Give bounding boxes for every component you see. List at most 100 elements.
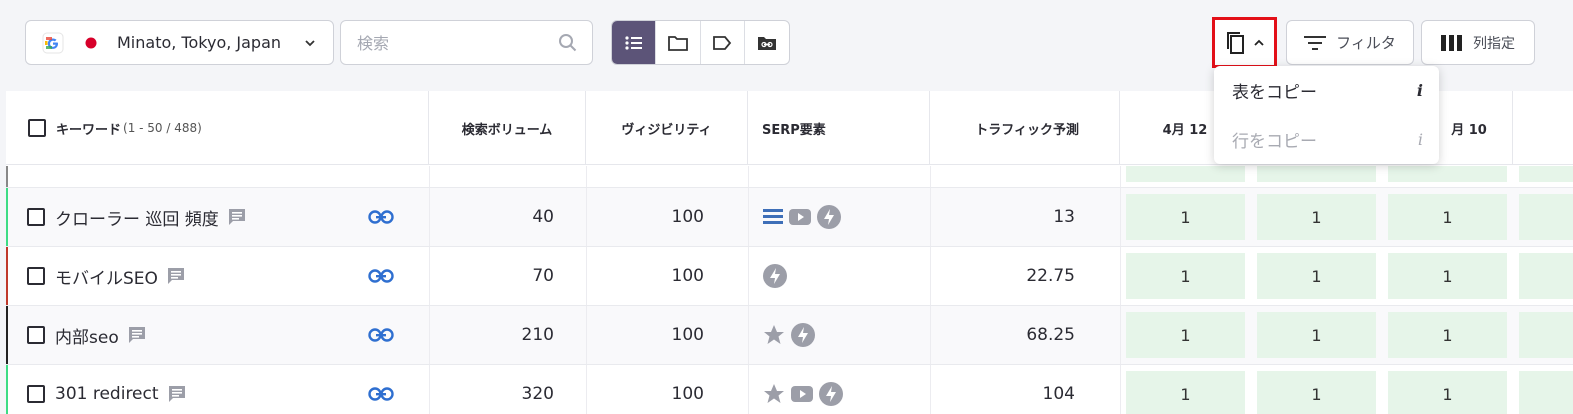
tag-view-button[interactable] <box>701 21 745 64</box>
rank-cell[interactable]: 1 <box>1388 253 1507 299</box>
copy-icon <box>1226 31 1244 54</box>
location-label: Minato, Tokyo, Japan <box>117 33 282 52</box>
volume-cell: 40 <box>532 207 554 227</box>
traffic-cell: 104 <box>1042 384 1075 404</box>
header-date-4[interactable] <box>1513 91 1573 165</box>
volume-cell: 210 <box>521 325 554 345</box>
keyword-count: (1 - 50 / 488) <box>123 121 202 135</box>
table-row[interactable]: 内部seo 210 100 68.25 1 1 1 <box>6 306 1573 365</box>
rank-cell[interactable]: 1 <box>1388 312 1507 358</box>
row-checkbox[interactable] <box>27 326 45 344</box>
traffic-cell: 22.75 <box>1026 266 1075 286</box>
note-icon[interactable] <box>227 208 247 226</box>
row-checkbox[interactable] <box>27 267 45 285</box>
serp-cell <box>763 365 923 414</box>
row-accent <box>6 188 8 246</box>
link-icon[interactable] <box>368 188 398 246</box>
rank-cell[interactable] <box>1519 312 1573 358</box>
note-icon[interactable] <box>127 326 147 344</box>
search-input[interactable] <box>357 31 557 55</box>
link-icon[interactable] <box>368 365 398 414</box>
info-icon[interactable]: i <box>1418 130 1423 149</box>
rank-cell[interactable]: 1 <box>1126 312 1245 358</box>
list-view-button[interactable] <box>612 21 657 64</box>
visibility-cell: 100 <box>671 207 704 227</box>
search-icon[interactable] <box>558 33 578 57</box>
header-volume[interactable]: 検索ボリューム <box>429 91 586 165</box>
amp-icon <box>763 264 787 288</box>
traffic-cell: 68.25 <box>1026 325 1075 345</box>
traffic-cell: 13 <box>1053 207 1075 227</box>
search-box <box>340 20 593 65</box>
info-icon[interactable]: i <box>1417 81 1423 100</box>
row-accent <box>6 247 8 305</box>
note-icon[interactable] <box>167 385 187 403</box>
table-row[interactable]: クローラー 巡回 頻度 40 100 13 1 1 1 <box>6 188 1573 247</box>
copy-table-item[interactable]: 表をコピー i <box>1214 66 1439 115</box>
filter-button[interactable]: フィルタ <box>1286 20 1414 65</box>
header-serp[interactable]: SERP要素 <box>748 91 930 165</box>
visibility-cell: 100 <box>671 325 704 345</box>
star-icon <box>763 383 785 405</box>
folder-view-button[interactable] <box>656 21 701 64</box>
rank-cell[interactable]: 1 <box>1126 371 1245 414</box>
amp-icon <box>817 205 841 229</box>
row-checkbox[interactable] <box>27 208 45 226</box>
keyword-cell: 内部seo <box>27 306 357 364</box>
video-icon <box>791 386 813 402</box>
columns-label: 列指定 <box>1473 35 1515 52</box>
copy-button[interactable] <box>1212 17 1277 68</box>
serp-cell <box>763 306 923 364</box>
copy-row-item[interactable]: 行をコピー i <box>1214 115 1439 164</box>
keyword-text[interactable]: 301 redirect <box>55 384 159 404</box>
rank-cell[interactable]: 1 <box>1257 312 1376 358</box>
chevron-down-icon <box>303 35 317 54</box>
table-row-partial <box>6 166 1573 188</box>
volume-cell: 70 <box>532 266 554 286</box>
serp-cell <box>763 188 923 246</box>
columns-button[interactable]: 列指定 <box>1421 20 1535 65</box>
tag-icon <box>713 35 732 50</box>
keyword-text[interactable]: クローラー 巡回 頻度 <box>55 205 219 230</box>
header-keyword: キーワード (1 - 50 / 488) <box>6 91 429 165</box>
rank-cell[interactable] <box>1519 253 1573 299</box>
amp-icon <box>791 323 815 347</box>
keyword-text[interactable]: モバイルSEO <box>55 264 158 289</box>
link-icon[interactable] <box>368 247 398 305</box>
header-visibility[interactable]: ヴィジビリティ <box>586 91 748 165</box>
video-icon <box>789 209 811 225</box>
copy-dropdown: 表をコピー i 行をコピー i <box>1214 66 1439 164</box>
rank-cell[interactable]: 1 <box>1257 371 1376 414</box>
keyword-cell: 301 redirect <box>27 365 357 414</box>
link-icon[interactable] <box>368 306 398 364</box>
select-all-checkbox[interactable] <box>28 119 46 137</box>
location-select[interactable]: Minato, Tokyo, Japan <box>25 20 334 65</box>
list-icon <box>763 208 783 226</box>
rank-cell[interactable]: 1 <box>1388 194 1507 240</box>
keyword-cell: モバイルSEO <box>27 247 357 305</box>
keyword-cell: クローラー 巡回 頻度 <box>27 188 357 246</box>
header-keyword-label: キーワード <box>56 122 122 138</box>
table-row[interactable]: 301 redirect 320 100 104 1 1 1 <box>6 365 1573 414</box>
chevron-up-icon <box>1253 39 1264 46</box>
link-folder-icon <box>757 36 776 50</box>
copy-table-label: 表をコピー <box>1232 83 1317 103</box>
rank-cell[interactable]: 1 <box>1126 194 1245 240</box>
note-icon[interactable] <box>166 267 186 285</box>
serp-cell <box>763 247 923 305</box>
table-row[interactable]: モバイルSEO 70 100 22.75 1 1 1 <box>6 247 1573 306</box>
volume-cell: 320 <box>521 384 554 404</box>
visibility-cell: 100 <box>671 384 704 404</box>
rank-cell[interactable]: 1 <box>1257 253 1376 299</box>
link-folder-view-button[interactable] <box>745 21 789 64</box>
rank-cell[interactable] <box>1519 371 1573 414</box>
header-traffic[interactable]: トラフィック予測 <box>930 91 1120 165</box>
rank-cell[interactable]: 1 <box>1126 253 1245 299</box>
rank-cell[interactable]: 1 <box>1257 194 1376 240</box>
japan-flag-icon <box>79 31 103 55</box>
row-checkbox[interactable] <box>27 385 45 403</box>
rank-cell[interactable]: 1 <box>1388 371 1507 414</box>
rank-cell[interactable] <box>1519 194 1573 240</box>
filter-label: フィルタ <box>1336 34 1396 52</box>
keyword-text[interactable]: 内部seo <box>55 323 119 348</box>
